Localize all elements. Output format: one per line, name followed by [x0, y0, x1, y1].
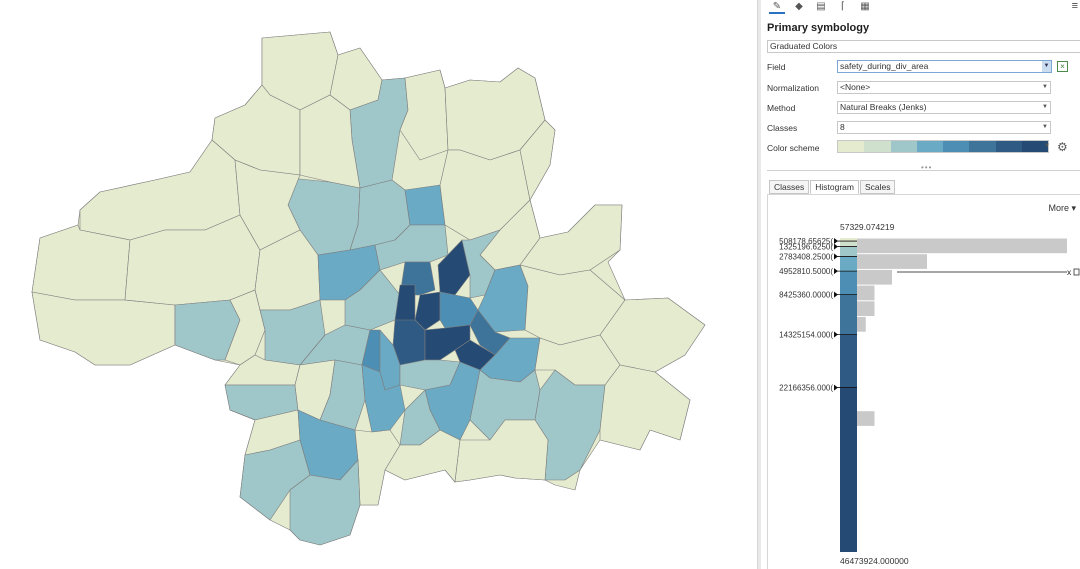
method-select[interactable]: Natural Breaks (Jenks) ▼: [837, 101, 1051, 114]
district-polygons[interactable]: [31, 31, 706, 546]
class-break-label: 8425360.0000(: [779, 291, 833, 300]
class-break-handle: [834, 243, 838, 250]
color-scheme-ramp[interactable]: [837, 140, 1049, 153]
shapes-icon[interactable]: ◆: [791, 0, 807, 12]
tab-scales[interactable]: Scales: [859, 180, 896, 194]
histogram-chart[interactable]: 57329.07421946473924.000000508178.65625(…: [761, 218, 1080, 569]
class-break-label: 2783408.2500(: [779, 252, 833, 261]
symbology-type-value: Graduated Colors: [770, 41, 838, 51]
symbology-tabs: Classes Histogram Scales: [769, 180, 896, 194]
class-color-band: [840, 387, 857, 552]
class-break-label: 4952810.5000(: [779, 267, 833, 276]
ramp-swatch-6: [995, 141, 1022, 152]
tab-classes[interactable]: Classes: [769, 180, 810, 194]
ramp-swatch-5: [969, 141, 996, 152]
ramp-swatch-1: [864, 141, 891, 152]
class-color-band: [840, 256, 857, 272]
histogram-bin: [857, 411, 875, 426]
field-label: Field: [767, 62, 786, 72]
ramp-swatch-3: [916, 141, 943, 152]
layers-icon[interactable]: ▤: [813, 0, 829, 12]
normalization-value: <None>: [840, 82, 871, 92]
class-color-band: [840, 241, 857, 247]
normalization-label: Normalization: [767, 83, 819, 93]
class-break-label: 1325196.6250(: [779, 243, 833, 252]
ramp-swatch-0: [838, 141, 865, 152]
chevron-down-icon: ▼: [1042, 84, 1048, 90]
histogram-max-label: 46473924.000000: [840, 556, 909, 566]
class-break-label: 22166356.000(: [779, 384, 833, 393]
class-color-band: [840, 294, 857, 335]
ramp-swatch-2: [890, 141, 917, 152]
histogram-bin: [857, 301, 875, 316]
field-select[interactable]: safety_during_div_area ▼: [837, 60, 1052, 73]
class-break-label: 14325154.000(: [779, 331, 833, 340]
class-color-band: [840, 334, 857, 388]
method-label: Method: [767, 103, 796, 113]
classes-select[interactable]: 8 ▼: [837, 121, 1051, 134]
chevron-down-icon[interactable]: ▼: [1042, 61, 1051, 72]
ramp-swatch-4: [943, 141, 970, 152]
symbology-toolbar: ✎ ◆ ▤ ⌈ ▦: [769, 0, 873, 14]
gear-icon[interactable]: ⚙: [1057, 140, 1068, 154]
paintbrush-icon[interactable]: ✎: [769, 0, 785, 14]
chevron-down-icon: ▼: [1042, 124, 1048, 130]
class-break-handle: [834, 268, 838, 275]
class-break-handle: [834, 253, 838, 260]
symbology-pane: ✎ ◆ ▤ ⌈ ▦ ≡ Primary symbology Graduated …: [761, 0, 1080, 569]
map-view[interactable]: [0, 0, 757, 569]
chevron-down-icon[interactable]: ▼: [1043, 140, 1051, 153]
menu-icon[interactable]: ≡: [1072, 0, 1078, 12]
class-break-handle: [834, 384, 838, 391]
symbology-type-select[interactable]: Graduated Colors: [767, 40, 1080, 53]
histogram-bin: [857, 269, 892, 285]
grid-icon[interactable]: ▦: [857, 0, 873, 12]
class-break-handle: [834, 291, 838, 298]
chevron-down-icon: ▼: [1042, 104, 1048, 110]
class-color-band: [840, 271, 857, 295]
statistic-marker-box: [1073, 268, 1080, 276]
color-scheme-label: Color scheme: [767, 143, 820, 153]
pane-title: Primary symbology: [767, 22, 870, 34]
histogram-bin: [857, 254, 927, 269]
class-color-band: [840, 238, 857, 242]
histogram-bin: [857, 238, 1067, 254]
divider: [767, 170, 1080, 171]
histogram-bin: [857, 285, 875, 301]
class-break-handle: [834, 238, 838, 245]
histogram-bin: [857, 317, 866, 332]
histogram-min-label: 57329.074219: [840, 222, 895, 232]
tab-histogram[interactable]: Histogram: [810, 180, 859, 194]
class-color-band: [840, 246, 857, 257]
statistic-marker-label: x: [1067, 267, 1072, 277]
normalization-select[interactable]: <None> ▼: [837, 81, 1051, 94]
classes-label: Classes: [767, 123, 798, 133]
pin-icon[interactable]: ⌈: [835, 0, 851, 12]
more-menu[interactable]: More ▾: [1048, 203, 1076, 214]
classes-value: 8: [840, 122, 845, 132]
method-value: Natural Breaks (Jenks): [840, 102, 927, 112]
map-canvas[interactable]: [0, 0, 757, 569]
field-value: safety_during_div_area: [840, 61, 929, 71]
class-break-handle: [834, 331, 838, 338]
expression-icon[interactable]: ×: [1057, 61, 1068, 72]
